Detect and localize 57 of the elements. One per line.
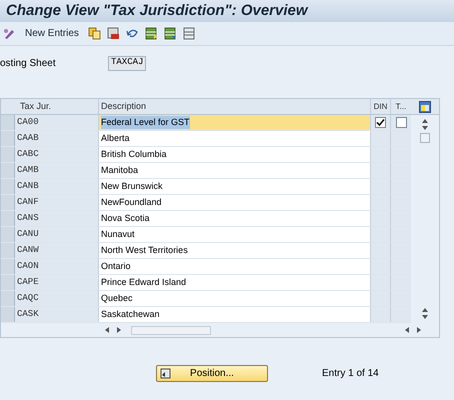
costing-sheet-field[interactable]: TAXCAJ (108, 56, 146, 70)
description-field[interactable]: New Brunswick (99, 179, 371, 194)
window-title: Change View "Tax Jurisdiction": Overview (6, 0, 308, 21)
table-cell: CANW (15, 243, 99, 258)
description-field[interactable]: Quebec (99, 291, 371, 306)
scroll-up-icon[interactable] (422, 119, 428, 123)
table-cell: CAMB (15, 163, 99, 178)
description-field[interactable]: Prince Edward Island (99, 275, 371, 290)
table-cell: CAPE (15, 275, 99, 290)
column-header[interactable]: T... (391, 99, 411, 114)
table-cell: CANF (15, 195, 99, 210)
entry-count: Entry 1 of 14 (322, 367, 379, 381)
position-button[interactable]: Position... (156, 365, 268, 382)
column-header[interactable]: DIN (371, 99, 391, 114)
description-field[interactable]: Ontario (99, 259, 371, 274)
undo-icon[interactable] (126, 27, 139, 40)
table-delete-icon[interactable] (106, 27, 120, 40)
table-settings-icon[interactable] (419, 100, 431, 112)
description-field[interactable]: Nunavut (99, 227, 371, 242)
table-cell: CAQC (15, 291, 99, 306)
description-field[interactable]: Saskatchewan (99, 307, 371, 322)
scroll-down-icon[interactable] (422, 315, 428, 319)
costing-sheet-label: osting Sheet (0, 56, 57, 70)
table-cell: CAON (15, 259, 99, 274)
table-icon[interactable] (144, 27, 158, 40)
table-cell: CANU (15, 227, 99, 242)
scroll-up-icon[interactable] (422, 308, 428, 312)
scroll-left-icon[interactable] (105, 327, 109, 333)
new-entries-button[interactable]: New Entries (22, 26, 82, 41)
table-icon[interactable] (182, 27, 196, 40)
scroll-thumb[interactable] (420, 133, 430, 143)
column-header[interactable]: Tax Jur. (15, 99, 99, 114)
table-cell: CA00 (15, 115, 99, 130)
table-cell: CANB (15, 179, 99, 194)
scroll-left-icon[interactable] (405, 327, 409, 333)
scroll-right-icon[interactable] (117, 327, 121, 333)
horizontal-scrollbar[interactable] (131, 326, 211, 334)
table-cell: CASK (15, 307, 99, 322)
description-field[interactable]: Federal Level for GST (99, 115, 371, 130)
table-icon[interactable] (164, 27, 177, 40)
scroll-right-icon[interactable] (417, 327, 421, 333)
description-field[interactable]: Manitoba (99, 163, 371, 178)
table-cell: CABC (15, 147, 99, 162)
description-field[interactable]: North West Territories (99, 243, 371, 258)
table-cell: CANS (15, 211, 99, 226)
checkbox[interactable] (396, 117, 406, 128)
position-icon (160, 368, 171, 379)
description-field[interactable]: Alberta (99, 131, 371, 146)
copy-icon[interactable] (88, 27, 101, 40)
description-field[interactable]: British Columbia (99, 147, 371, 162)
vertical-scrollbar[interactable] (411, 115, 439, 323)
column-header[interactable]: Description (99, 99, 371, 114)
description-field[interactable]: NewFoundland (99, 195, 371, 210)
checkbox[interactable] (375, 117, 386, 128)
pencil-icon[interactable] (3, 27, 16, 40)
description-field[interactable]: Nova Scotia (99, 211, 371, 226)
table-cell: CAAB (15, 131, 99, 146)
